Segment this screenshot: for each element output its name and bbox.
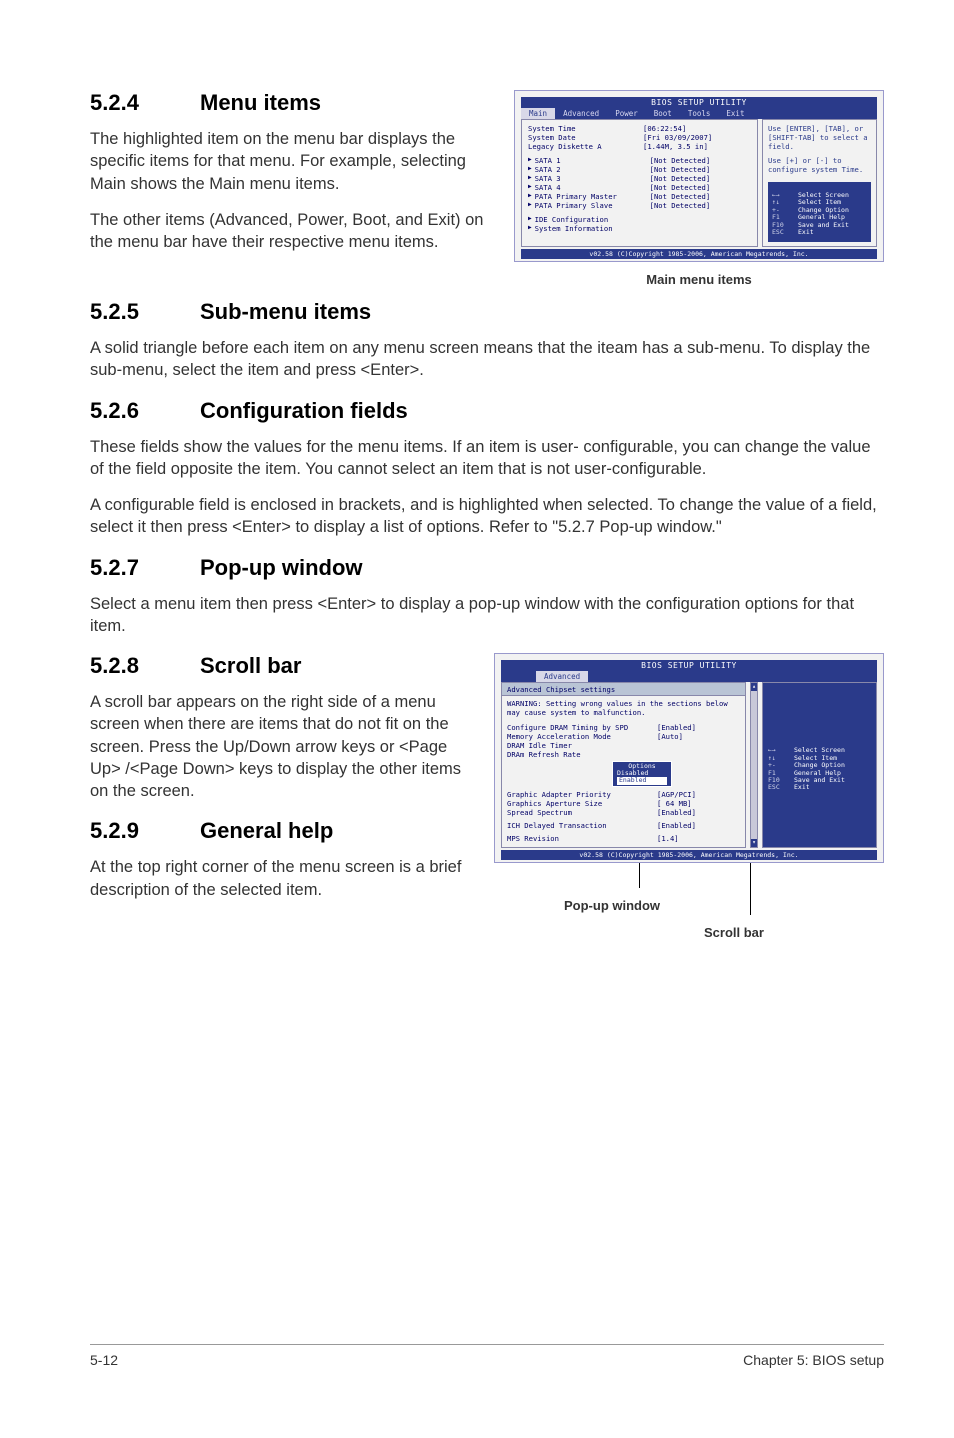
popup-options: Options Disabled Enabled bbox=[612, 761, 672, 786]
scroll-down-icon: ▾ bbox=[751, 839, 757, 847]
help-text: Use [ENTER], [TAB], or [SHIFT-TAB] to se… bbox=[768, 124, 871, 151]
field-label: System Date bbox=[528, 133, 643, 142]
bios-menubar: Advanced bbox=[501, 671, 877, 682]
menubar-item: Exit bbox=[718, 108, 752, 119]
bios-copyright: v02.58 (C)Copyright 1985-2006, American … bbox=[521, 249, 877, 259]
field-value: [Not Detected] bbox=[650, 165, 711, 174]
bios-help-panel: ←→Select Screen ↑↓Select Item +-Change O… bbox=[762, 682, 877, 847]
field-value: [Not Detected] bbox=[650, 183, 711, 192]
field-value: [06:22:54] bbox=[643, 124, 686, 133]
field-value: [Not Detected] bbox=[650, 156, 711, 165]
caption-popup: Pop-up window bbox=[564, 898, 660, 913]
field-label: ICH Delayed Transaction bbox=[507, 821, 657, 830]
bios-help-panel: Use [ENTER], [TAB], or [SHIFT-TAB] to se… bbox=[762, 119, 877, 247]
field-value: [Not Detected] bbox=[650, 192, 711, 201]
field-label: Spread Spectrum bbox=[507, 808, 657, 817]
menubar-item: Tools bbox=[680, 108, 719, 119]
scroll-bar: ▴ ▾ bbox=[750, 682, 758, 847]
heading-529: 5.2.9General help bbox=[90, 818, 474, 844]
para: The other items (Advanced, Power, Boot, … bbox=[90, 209, 494, 254]
bios-main-screenshot: BIOS SETUP UTILITY Main Advanced Power B… bbox=[514, 90, 884, 262]
bios-menubar: Main Advanced Power Boot Tools Exit bbox=[521, 108, 877, 119]
para: A solid triangle before each item on any… bbox=[90, 337, 884, 382]
heading-528: 5.2.8Scroll bar bbox=[90, 653, 474, 679]
field-value: [ 64 MB] bbox=[657, 799, 692, 808]
submenu-item: System Information bbox=[535, 224, 650, 233]
bios-title: BIOS SETUP UTILITY bbox=[501, 660, 877, 671]
bios-title: BIOS SETUP UTILITY bbox=[521, 97, 877, 108]
menubar-item: Advanced bbox=[555, 108, 607, 119]
field-label: System Time bbox=[528, 124, 643, 133]
para: These fields show the values for the men… bbox=[90, 436, 884, 481]
field-value: [Auto] bbox=[657, 732, 683, 741]
field-label: DRAm Refresh Rate bbox=[507, 750, 657, 759]
para: The highlighted item on the menu bar dis… bbox=[90, 128, 494, 195]
submenu-item: SATA 1 bbox=[535, 156, 650, 165]
field-label: Graphics Aperture Size bbox=[507, 799, 657, 808]
field-value: [Not Detected] bbox=[650, 201, 711, 210]
adv-warning: WARNING: Setting wrong values in the sec… bbox=[502, 696, 745, 723]
page-number: 5-12 bbox=[90, 1352, 118, 1368]
menubar-main: Main bbox=[521, 108, 555, 119]
menubar-advanced: Advanced bbox=[536, 671, 588, 682]
help-text: Use [+] or [-] to configure system Time. bbox=[768, 156, 871, 174]
submenu-item: PATA Primary Master bbox=[535, 192, 650, 201]
submenu-item: SATA 3 bbox=[535, 174, 650, 183]
field-value: [Fri 03/09/2007] bbox=[643, 133, 712, 142]
submenu-item: IDE Configuration bbox=[535, 215, 650, 224]
field-label: MPS Revision bbox=[507, 834, 657, 843]
para: A scroll bar appears on the right side o… bbox=[90, 691, 474, 802]
field-label: Memory Acceleration Mode bbox=[507, 732, 657, 741]
field-label: Graphic Adapter Priority bbox=[507, 790, 657, 799]
heading-527: 5.2.7Pop-up window bbox=[90, 555, 884, 581]
field-value: [Enabled] bbox=[657, 723, 696, 732]
adv-header: Advanced Chipset settings bbox=[502, 683, 745, 696]
field-value: [AGP/PCI] bbox=[657, 790, 696, 799]
heading-526: 5.2.6Configuration fields bbox=[90, 398, 884, 424]
keymap: ←→Select Screen ↑↓Select Item +-Change O… bbox=[772, 192, 867, 237]
field-label: Configure DRAM Timing by SPD bbox=[507, 723, 657, 732]
field-value: [Enabled] bbox=[657, 821, 696, 830]
scroll-up-icon: ▴ bbox=[751, 683, 757, 691]
field-label: Legacy Diskette A bbox=[528, 142, 643, 151]
pointer-line bbox=[639, 863, 640, 888]
field-value: [1.44M, 3.5 in] bbox=[643, 142, 708, 151]
heading-524: 5.2.4Menu items bbox=[90, 90, 494, 116]
page-footer: 5-12 Chapter 5: BIOS setup bbox=[90, 1344, 884, 1368]
field-value: [Enabled] bbox=[657, 808, 696, 817]
bios-main-panel: Advanced Chipset settings WARNING: Setti… bbox=[501, 682, 746, 847]
keymap: ←→Select Screen ↑↓Select Item +-Change O… bbox=[768, 747, 871, 792]
bios-main-panel: System Time[06:22:54] System Date[Fri 03… bbox=[521, 119, 758, 247]
chapter-title: Chapter 5: BIOS setup bbox=[743, 1352, 884, 1368]
menubar-item: Boot bbox=[646, 108, 680, 119]
field-value: [1.4] bbox=[657, 834, 679, 843]
para: At the top right corner of the menu scre… bbox=[90, 856, 474, 901]
para: A configurable field is enclosed in brac… bbox=[90, 494, 884, 539]
bios-advanced-screenshot: BIOS SETUP UTILITY Advanced Advanced Chi… bbox=[494, 653, 884, 862]
submenu-item: SATA 2 bbox=[535, 165, 650, 174]
field-label: DRAM Idle Timer bbox=[507, 741, 657, 750]
para: Select a menu item then press <Enter> to… bbox=[90, 593, 884, 638]
caption-main-menu: Main menu items bbox=[514, 272, 884, 287]
caption-scroll: Scroll bar bbox=[704, 925, 764, 940]
pointer-line bbox=[750, 863, 751, 915]
submenu-item: PATA Primary Slave bbox=[535, 201, 650, 210]
field-value: [Not Detected] bbox=[650, 174, 711, 183]
submenu-item: SATA 4 bbox=[535, 183, 650, 192]
bios-copyright: v02.58 (C)Copyright 1985-2006, American … bbox=[501, 850, 877, 860]
heading-525: 5.2.5Sub-menu items bbox=[90, 299, 884, 325]
menubar-item: Power bbox=[607, 108, 646, 119]
